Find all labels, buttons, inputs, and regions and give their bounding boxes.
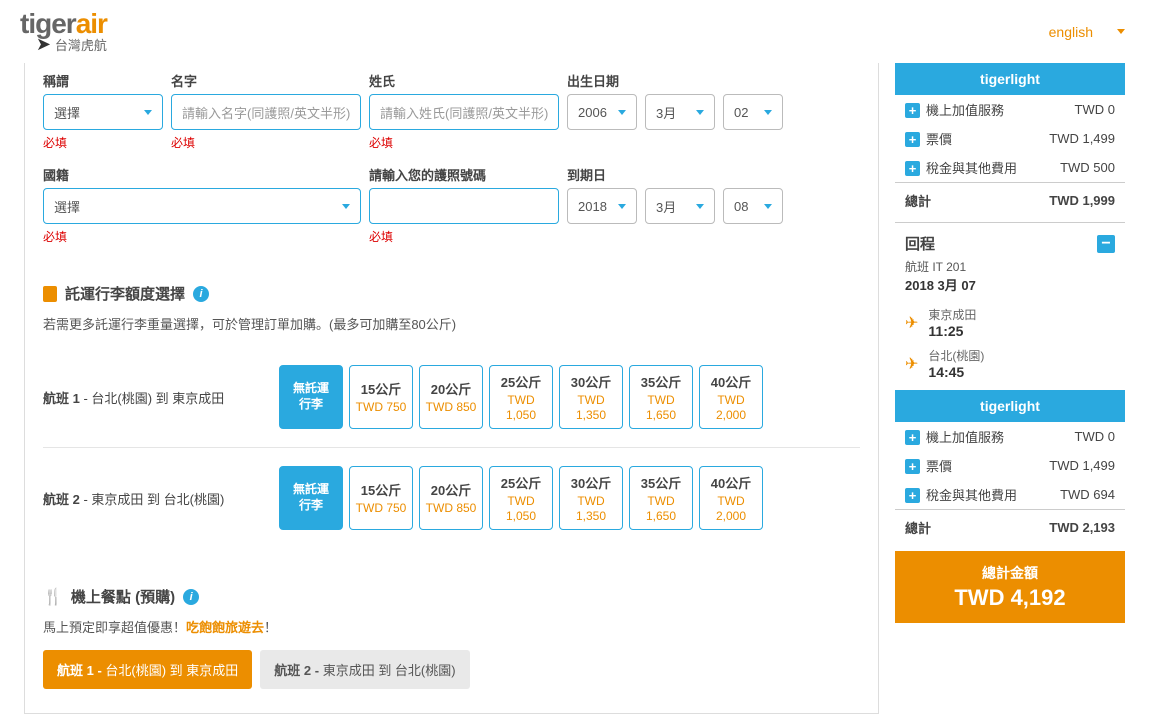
plus-icon[interactable]: + [905,488,920,503]
language-label: english [1049,24,1093,40]
summary-row: +稅金與其他費用TWD 500 [895,153,1125,182]
title-select[interactable]: 選擇 [43,94,163,130]
firstname-input[interactable]: 請輸入名字(同護照/英文半形) [171,94,361,130]
dob-month-select[interactable]: 3月 [645,94,715,130]
expiry-year-select[interactable]: 2018 [567,188,637,224]
firstname-label: 名字 [171,71,361,90]
lastname-label: 姓氏 [369,71,559,90]
baggage-option[interactable]: 40公斤TWD2,000 [699,365,763,429]
baggage-note: 若需更多託運行李重量選擇，可於管理訂單加購。(最多可加購至80公斤) [43,314,860,333]
fare-band-1: tigerlight [895,63,1125,95]
summary-row: +機上加值服務TWD 0 [895,95,1125,124]
expiry-month-select[interactable]: 3月 [645,188,715,224]
departure-leg: ✈ 東京成田11:25 [905,302,1115,343]
plus-icon[interactable]: + [905,459,920,474]
plus-icon[interactable]: + [905,161,920,176]
brand-sub: 台灣虎航 [55,38,107,53]
summary-row: +票價TWD 1,499 [895,124,1125,153]
chevron-down-icon [342,204,350,209]
baggage-option[interactable]: 35公斤TWD1,650 [629,466,693,530]
summary-row: +稅金與其他費用TWD 694 [895,480,1125,509]
baggage-option[interactable]: 25公斤TWD1,050 [489,365,553,429]
chevron-down-icon [144,110,152,115]
passport-input[interactable] [369,188,559,224]
brand-logo[interactable]: tigerair ➤台灣虎航 [20,8,107,55]
grand-total: 總計金額 TWD 4,192 [895,551,1125,623]
expiry-label: 到期日 [567,165,860,184]
baggage-option[interactable]: 20公斤TWD 850 [419,466,483,530]
summary-row: +機上加值服務TWD 0 [895,422,1125,451]
plus-icon[interactable]: + [905,430,920,445]
baggage-option[interactable]: 40公斤TWD2,000 [699,466,763,530]
info-icon[interactable]: i [183,589,199,605]
fare-band-2: tigerlight [895,390,1125,422]
summary1-total: 總計TWD 1,999 [895,182,1125,218]
plane-landing-icon: ✈ [905,354,918,374]
meal-tab-leg2[interactable]: 航班 2 - 東京成田 到 台北(桃園) [260,650,469,689]
chevron-down-icon [696,110,704,115]
baggage-option[interactable]: 30公斤TWD1,350 [559,365,623,429]
expiry-day-select[interactable]: 08 [723,188,783,224]
firstname-error: 必填 [171,134,361,151]
cutlery-icon: 🍴 [43,587,63,607]
summary-row: +票價TWD 1,499 [895,451,1125,480]
baggage-row-1: 航班 1 - 台北(桃園) 到 東京成田 無託運行李15公斤TWD 75020公… [43,347,860,447]
chevron-down-icon [764,204,772,209]
lastname-input[interactable]: 請輸入姓氏(同護照/英文半形) [369,94,559,130]
chevron-down-icon [764,110,772,115]
return-date: 2018 3月 07 [905,275,1115,294]
chevron-down-icon [618,204,626,209]
nationality-label: 國籍 [43,165,361,184]
meals-heading: 機上餐點 (預購) [71,586,175,607]
dob-day-select[interactable]: 02 [723,94,783,130]
baggage-option[interactable]: 35公斤TWD1,650 [629,365,693,429]
baggage-option[interactable]: 15公斤TWD 750 [349,466,413,530]
chevron-down-icon [618,110,626,115]
summary2-total: 總計TWD 2,193 [895,509,1125,545]
luggage-icon [43,286,57,302]
nationality-select[interactable]: 選擇 [43,188,361,224]
dob-year-select[interactable]: 2006 [567,94,637,130]
passport-error: 必填 [369,228,559,245]
nationality-error: 必填 [43,228,361,245]
language-selector[interactable]: english [1049,24,1125,40]
plus-icon[interactable]: + [905,132,920,147]
plane-takeoff-icon: ✈ [905,313,918,333]
baggage-row-2: 航班 2 - 東京成田 到 台北(桃園) 無託運行李15公斤TWD 75020公… [43,447,860,548]
passport-label: 請輸入您的護照號碼 [369,165,559,184]
baggage-option[interactable]: 20公斤TWD 850 [419,365,483,429]
chevron-down-icon [696,204,704,209]
title-label: 稱謂 [43,71,163,90]
collapse-icon[interactable]: − [1097,235,1115,253]
title-error: 必填 [43,134,163,151]
meals-note: 馬上預定即享超值優惠！吃飽飽旅遊去！ [43,617,860,636]
baggage-option-none[interactable]: 無託運行李 [279,365,343,429]
baggage-heading: 託運行李額度選擇 [65,283,185,304]
baggage-option-none[interactable]: 無託運行李 [279,466,343,530]
dob-label: 出生日期 [567,71,860,90]
baggage-option[interactable]: 15公斤TWD 750 [349,365,413,429]
return-title: 回程 [905,233,935,254]
lastname-error: 必填 [369,134,559,151]
chevron-down-icon [1117,29,1125,34]
baggage-option[interactable]: 25公斤TWD1,050 [489,466,553,530]
info-icon[interactable]: i [193,286,209,302]
meal-tab-leg1[interactable]: 航班 1 - 台北(桃園) 到 東京成田 [43,650,252,689]
plus-icon[interactable]: + [905,103,920,118]
return-flight-no: 航班 IT 201 [905,258,1115,275]
baggage-option[interactable]: 30公斤TWD1,350 [559,466,623,530]
arrival-leg: ✈ 台北(桃園)14:45 [905,343,1115,384]
